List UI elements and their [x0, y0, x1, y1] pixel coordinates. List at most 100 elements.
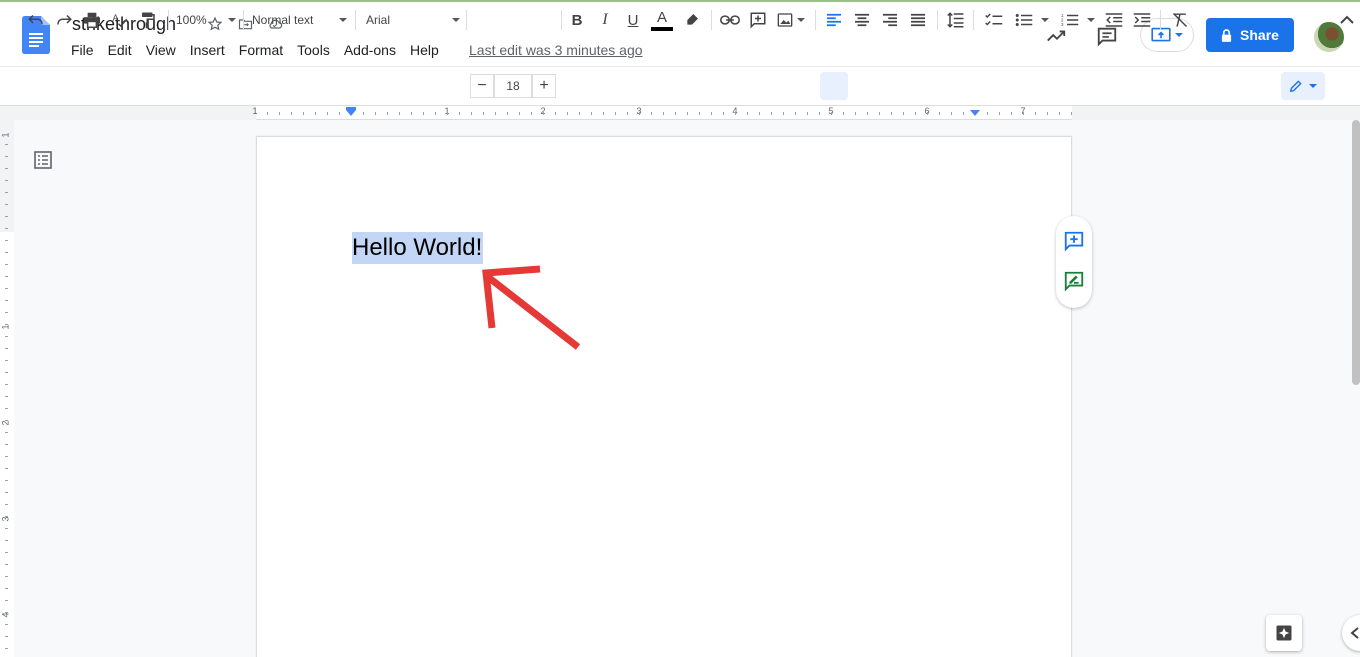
ruler-tick — [699, 112, 700, 115]
ruler-tick — [5, 312, 8, 313]
ruler-tick — [5, 504, 8, 505]
ruler-tick — [495, 112, 496, 115]
ruler-tick — [5, 156, 8, 157]
ruler-tick — [951, 112, 952, 115]
collapse-menus-icon[interactable] — [1336, 8, 1358, 32]
editing-mode-button[interactable] — [1281, 72, 1325, 100]
ruler-tick — [627, 112, 628, 115]
ruler-tick — [507, 112, 508, 115]
paint-format-icon[interactable] — [136, 8, 160, 32]
ruler-tick — [267, 112, 268, 115]
ruler-tick — [387, 112, 388, 115]
ruler-tick — [831, 112, 832, 115]
font-select[interactable]: Arial — [366, 8, 460, 32]
checklist-icon[interactable] — [982, 8, 1006, 32]
ruler-tick — [783, 112, 784, 115]
left-indent-marker[interactable] — [346, 110, 356, 116]
explore-icon — [1276, 625, 1292, 641]
ruler-tick — [315, 112, 316, 115]
align-right-icon[interactable] — [878, 8, 902, 32]
menu-format[interactable]: Format — [232, 42, 290, 58]
menu-addons[interactable]: Add-ons — [337, 42, 403, 58]
numbered-list-icon: 123 — [1061, 13, 1079, 27]
redo-icon[interactable] — [52, 8, 76, 32]
ruler-tick — [759, 112, 760, 115]
ruler-tick — [999, 112, 1000, 115]
ruler-tick — [5, 240, 8, 241]
document-page[interactable] — [256, 136, 1072, 657]
zoom-select[interactable]: 100% — [176, 8, 236, 32]
suggest-edits-icon[interactable] — [1063, 270, 1085, 292]
menu-edit[interactable]: Edit — [101, 42, 139, 58]
undo-icon[interactable] — [24, 8, 48, 32]
text-color-button[interactable]: A — [650, 8, 674, 32]
numbered-list-button[interactable]: 123 — [1058, 8, 1098, 32]
ruler-tick — [291, 112, 292, 115]
increase-font-size-button[interactable]: + — [532, 74, 556, 98]
chevron-down-icon — [1087, 18, 1095, 22]
vertical-scrollbar[interactable] — [1352, 120, 1360, 385]
underline-button[interactable]: U — [622, 8, 644, 32]
ruler-tick — [5, 588, 8, 589]
share-label: Share — [1240, 27, 1279, 43]
ruler-tick — [519, 112, 520, 115]
decrease-indent-icon[interactable] — [1102, 8, 1126, 32]
bold-button[interactable]: B — [566, 8, 588, 32]
selected-body-text[interactable]: Hello World! — [352, 232, 484, 264]
ruler-tick — [5, 636, 8, 637]
justify-icon[interactable] — [906, 8, 930, 32]
ruler-tick — [5, 192, 8, 193]
annotation-arrow — [482, 265, 581, 350]
ruler-tick — [603, 112, 604, 115]
ruler-tick — [843, 112, 844, 115]
decrease-font-size-button[interactable]: − — [470, 74, 494, 98]
toolbar-divider — [561, 10, 562, 30]
italic-button[interactable]: I — [594, 8, 616, 32]
first-line-indent-marker[interactable] — [346, 107, 356, 110]
increase-indent-icon[interactable] — [1130, 8, 1154, 32]
menu-view[interactable]: View — [139, 42, 183, 58]
ruler-label: 1 — [252, 106, 258, 116]
toolbar-divider — [937, 10, 938, 30]
font-size-input[interactable]: 18 — [494, 74, 532, 98]
share-button[interactable]: Share — [1206, 18, 1294, 52]
ruler-tick — [5, 576, 8, 577]
lock-icon — [1221, 28, 1232, 42]
ruler-tick — [375, 112, 376, 115]
ruler-tick — [5, 300, 8, 301]
chevron-down-icon — [452, 18, 460, 22]
menu-help[interactable]: Help — [403, 42, 446, 58]
ruler-tick — [771, 112, 772, 115]
clear-formatting-icon[interactable] — [1168, 8, 1192, 32]
spellcheck-icon[interactable]: A — [108, 8, 132, 32]
align-left-icon[interactable] — [822, 8, 846, 32]
bulleted-list-button[interactable] — [1012, 8, 1052, 32]
link-icon[interactable] — [718, 8, 742, 32]
toolbar-divider — [815, 10, 816, 30]
highlight-icon[interactable] — [680, 8, 704, 32]
ruler-tick — [5, 528, 8, 529]
align-center-icon[interactable] — [850, 8, 874, 32]
ruler-tick — [5, 420, 8, 421]
print-icon[interactable] — [80, 8, 104, 32]
svg-text:A: A — [113, 13, 119, 23]
menu-insert[interactable]: Insert — [183, 42, 232, 58]
last-edit-link[interactable]: Last edit was 3 minutes ago — [469, 42, 643, 58]
menu-tools[interactable]: Tools — [290, 42, 337, 58]
side-panel-toggle-button[interactable] — [1342, 615, 1360, 651]
ruler-tick — [5, 228, 8, 229]
add-comment-icon[interactable] — [746, 8, 770, 32]
right-indent-marker[interactable] — [970, 110, 980, 116]
pencil-icon — [1289, 80, 1302, 93]
ruler-label: 3 — [0, 516, 11, 522]
explore-button[interactable] — [1266, 615, 1302, 651]
line-spacing-icon[interactable] — [944, 8, 968, 32]
chevron-down-icon — [1175, 33, 1183, 37]
document-outline-icon[interactable] — [33, 150, 53, 170]
ruler-tick — [687, 112, 688, 115]
style-select[interactable]: Normal text — [252, 8, 347, 32]
insert-image-button[interactable] — [774, 8, 808, 32]
add-comment-icon[interactable] — [1063, 230, 1085, 252]
ruler-tick — [639, 112, 640, 115]
menu-file[interactable]: File — [64, 42, 101, 58]
